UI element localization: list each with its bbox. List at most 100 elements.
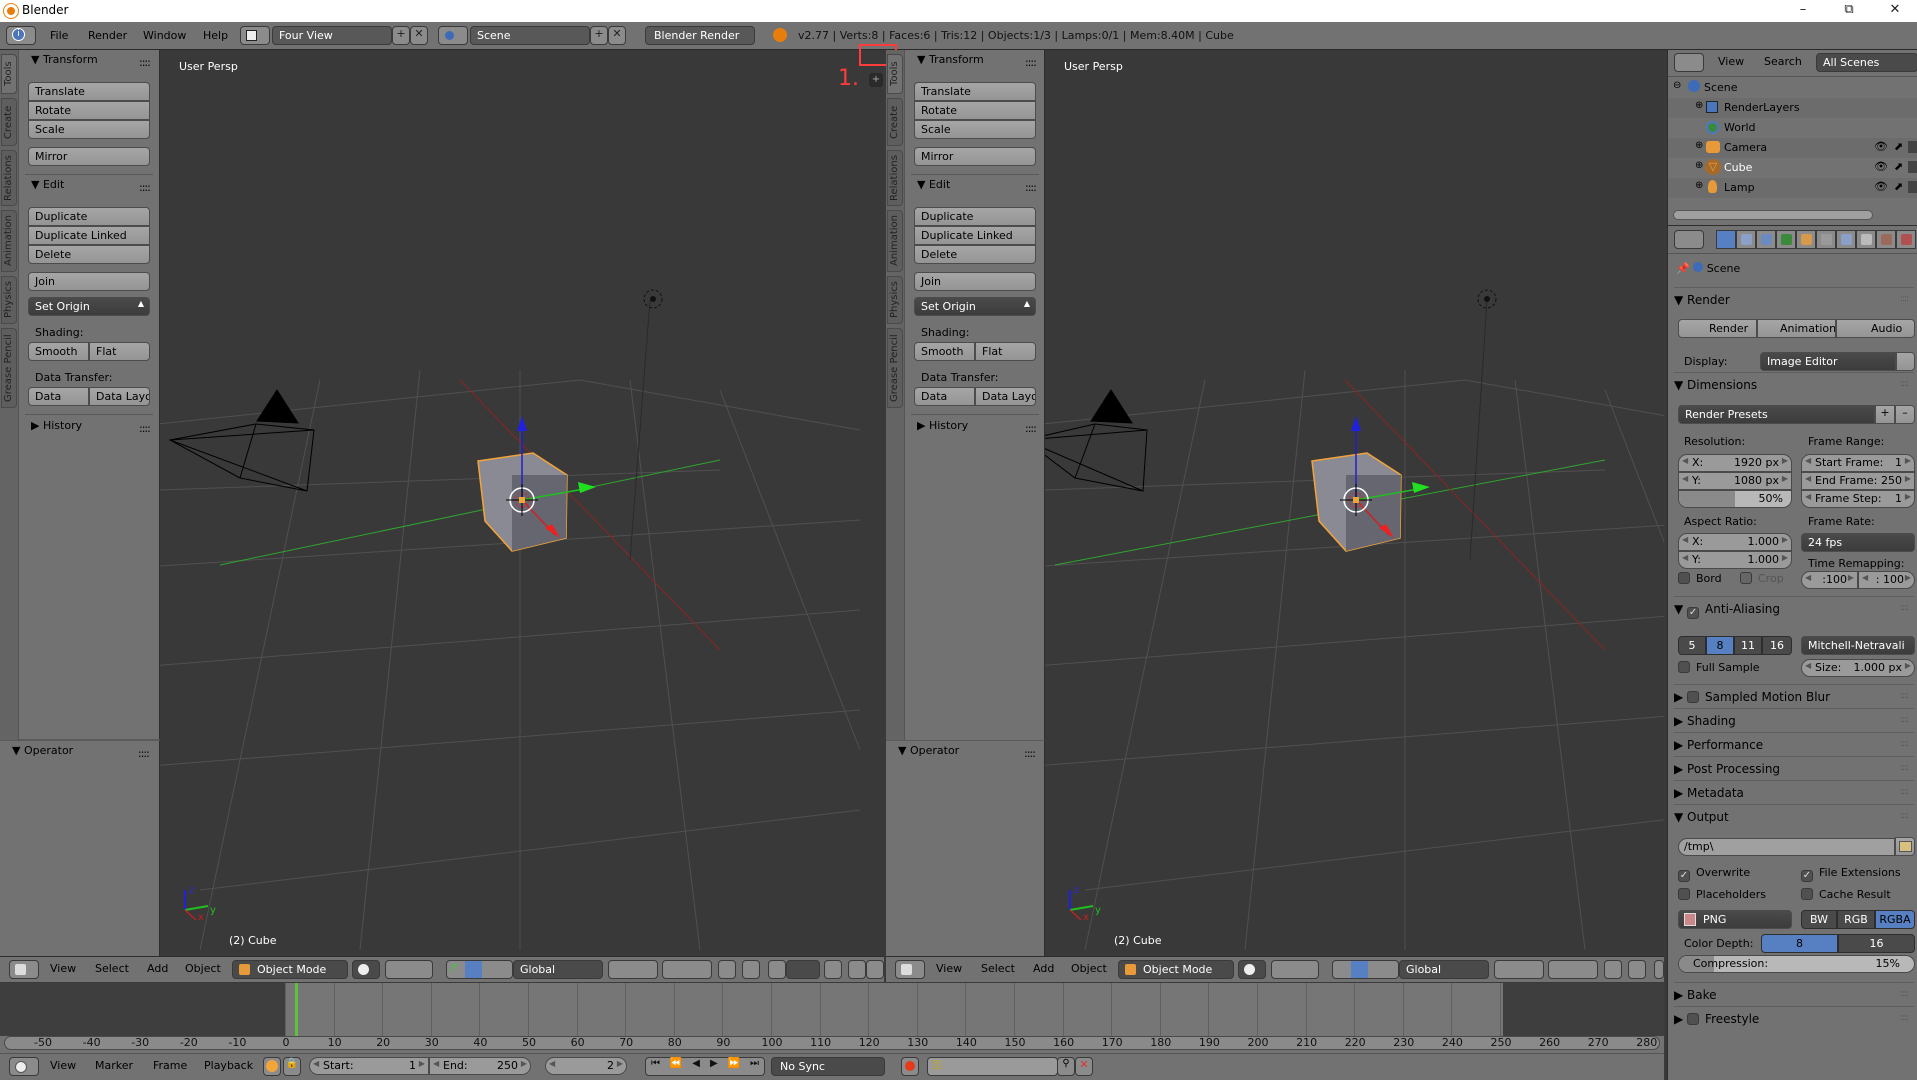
add-screen-button[interactable]: + bbox=[392, 26, 410, 45]
file-extensions-checkbox[interactable]: ✓ File Extensions bbox=[1801, 866, 1901, 882]
end-frame-field[interactable]: ◀ End Frame: 250 ▶ bbox=[1801, 472, 1915, 490]
placeholders-checkbox[interactable]: Placeholders bbox=[1678, 888, 1766, 901]
start-frame-field[interactable]: ◀ Start: 1 ▶ bbox=[309, 1057, 429, 1075]
render-presets-select[interactable]: Render Presets bbox=[1678, 405, 1875, 424]
editor-type-outliner-button[interactable] bbox=[1674, 53, 1704, 72]
layers-grid-1[interactable] bbox=[1494, 960, 1544, 979]
pivot-point-select[interactable] bbox=[385, 960, 433, 979]
properties-tab-constraints[interactable] bbox=[1816, 230, 1836, 249]
tab-grease-pencil[interactable]: Grease Pencil bbox=[887, 328, 903, 408]
browse-folder-button[interactable] bbox=[1895, 837, 1915, 856]
frame-step-field[interactable]: ◀ Frame Step: 1 ▶ bbox=[1801, 490, 1915, 508]
resolution-x-field[interactable]: ◀ X: 1920 px ▶ bbox=[1678, 454, 1792, 472]
join-button[interactable]: Join bbox=[914, 272, 1036, 291]
smooth-button[interactable]: Smooth bbox=[914, 342, 975, 361]
render-opengl-animation-button[interactable] bbox=[866, 960, 884, 979]
jump-prev-keyframe-button[interactable]: ⏪ bbox=[670, 1058, 682, 1075]
color-mode-rgba[interactable]: RGBA bbox=[1875, 910, 1915, 929]
drag-handle-icon[interactable]: :::: bbox=[1900, 811, 1909, 821]
menu-view[interactable]: View bbox=[50, 1059, 76, 1072]
close-button[interactable]: ✕ bbox=[1872, 0, 1917, 22]
border-checkbox[interactable]: Bord bbox=[1678, 572, 1722, 585]
properties-tab-world[interactable] bbox=[1776, 230, 1796, 249]
layers-grid-2[interactable] bbox=[662, 960, 712, 979]
selectable-cursor-icon[interactable]: ⬈ bbox=[1894, 180, 1903, 193]
menu-help[interactable]: Help bbox=[203, 29, 228, 42]
time-remap-new-field[interactable]: ◀: 100 ▶ bbox=[1858, 571, 1915, 589]
expand-icon[interactable]: ⊕ bbox=[1695, 180, 1703, 191]
menu-marker[interactable]: Marker bbox=[95, 1059, 133, 1072]
history-panel-header[interactable]: ▶ History bbox=[917, 419, 968, 432]
menu-object[interactable]: Object bbox=[185, 962, 221, 975]
delete-screen-button[interactable]: ✕ bbox=[410, 26, 428, 45]
editor-type-timeline-button[interactable] bbox=[9, 1057, 39, 1076]
output-panel-header[interactable]: ▼ Output:::: bbox=[1674, 804, 1914, 826]
performance-panel-header[interactable]: ▶ Performance:::: bbox=[1674, 732, 1914, 754]
jump-end-button[interactable]: ⏭ bbox=[750, 1058, 759, 1075]
proportional-edit-button[interactable] bbox=[742, 960, 760, 979]
lock-range-button[interactable]: 🔒 bbox=[283, 1057, 301, 1076]
drag-handle-icon[interactable]: :::: bbox=[1900, 989, 1909, 999]
menu-search[interactable]: Search bbox=[1764, 55, 1802, 68]
data-button[interactable]: Data bbox=[28, 387, 89, 406]
outliner-row-cube[interactable]: ⊕ ▽ Cube 👁 ⬈ bbox=[1668, 158, 1917, 178]
collapse-icon[interactable]: ⊖ bbox=[1673, 80, 1681, 91]
menu-view[interactable]: View bbox=[936, 962, 962, 975]
viewport-shading-select[interactable] bbox=[352, 960, 380, 979]
expand-icon[interactable]: ⊕ bbox=[1695, 140, 1703, 151]
time-remap-old-field[interactable]: ◀:100 ▶ bbox=[1801, 571, 1858, 589]
audio-button[interactable]: Audio bbox=[1836, 319, 1915, 338]
flat-button[interactable]: Flat bbox=[89, 342, 150, 361]
join-button[interactable]: Join bbox=[28, 272, 150, 291]
mode-select[interactable]: Object Mode bbox=[232, 960, 348, 979]
transform-orientation-select[interactable]: Global bbox=[513, 960, 603, 979]
properties-tab-material[interactable] bbox=[1876, 230, 1896, 249]
outliner-row-world[interactable]: World bbox=[1668, 118, 1917, 138]
full-sample-checkbox[interactable]: Full Sample bbox=[1678, 661, 1760, 674]
scale-button[interactable]: Scale bbox=[28, 120, 150, 139]
sampled-motion-blur-panel-header[interactable]: ▶ Sampled Motion Blur:::: bbox=[1674, 684, 1914, 706]
render-opengl-button[interactable] bbox=[848, 960, 866, 979]
menu-view[interactable]: View bbox=[50, 962, 76, 975]
tab-create[interactable]: Create bbox=[1, 98, 17, 146]
tab-tools[interactable]: Tools bbox=[1, 54, 17, 94]
translate-button[interactable]: Translate bbox=[28, 82, 150, 101]
properties-tab-render-layers[interactable] bbox=[1736, 230, 1756, 249]
color-depth-16[interactable]: 16 bbox=[1838, 934, 1915, 953]
transform-panel-header[interactable]: ▼ Transform bbox=[917, 53, 984, 66]
play-button[interactable]: ▶ bbox=[710, 1058, 718, 1075]
flat-button[interactable]: Flat bbox=[975, 342, 1036, 361]
menu-select[interactable]: Select bbox=[95, 962, 129, 975]
drag-handle-icon[interactable]: :::: bbox=[1900, 603, 1909, 613]
add-scene-button[interactable]: + bbox=[590, 26, 608, 45]
mirror-button[interactable]: Mirror bbox=[914, 147, 1036, 166]
pivot-point-select[interactable] bbox=[1271, 960, 1319, 979]
menu-render[interactable]: Render bbox=[88, 29, 127, 42]
tab-animation[interactable]: Animation bbox=[887, 210, 903, 272]
drag-handle-icon[interactable]: :::: bbox=[1025, 56, 1037, 69]
editor-type-3dview-button[interactable] bbox=[895, 960, 925, 979]
menu-add[interactable]: Add bbox=[1033, 962, 1054, 975]
rotate-button[interactable]: Rotate bbox=[28, 101, 150, 120]
lock-layers-button[interactable] bbox=[1604, 960, 1622, 979]
file-format-select[interactable]: PNG bbox=[1678, 910, 1792, 929]
data-button[interactable]: Data bbox=[914, 387, 975, 406]
freestyle-panel-header[interactable]: ▶ Freestyle:::: bbox=[1674, 1006, 1914, 1028]
animation-button[interactable]: Animation bbox=[1757, 319, 1836, 338]
anti-aliasing-checkbox[interactable]: ✓ bbox=[1687, 607, 1700, 619]
color-depth-8[interactable]: 8 bbox=[1761, 934, 1838, 953]
duplicate-button[interactable]: Duplicate bbox=[914, 207, 1036, 226]
tab-relations[interactable]: Relations bbox=[887, 150, 903, 206]
properties-tab-render[interactable] bbox=[1716, 230, 1736, 249]
lock-interface-button[interactable] bbox=[1896, 352, 1915, 371]
outliner-horizontal-scrollbar[interactable] bbox=[1673, 210, 1873, 220]
drag-handle-icon[interactable]: :::: bbox=[1900, 715, 1909, 725]
operator-panel-header[interactable]: ▼ Operator bbox=[898, 744, 959, 757]
drag-handle-icon[interactable]: :::: bbox=[1024, 747, 1036, 760]
drag-handle-icon[interactable]: :::: bbox=[1025, 422, 1037, 435]
visibility-eye-icon[interactable]: 👁 bbox=[1874, 140, 1888, 153]
screen-layout-icon-button[interactable] bbox=[240, 26, 270, 45]
render-button[interactable]: Render bbox=[1678, 319, 1757, 338]
smooth-button[interactable]: Smooth bbox=[28, 342, 89, 361]
sync-mode-select[interactable]: No Sync bbox=[771, 1057, 885, 1076]
